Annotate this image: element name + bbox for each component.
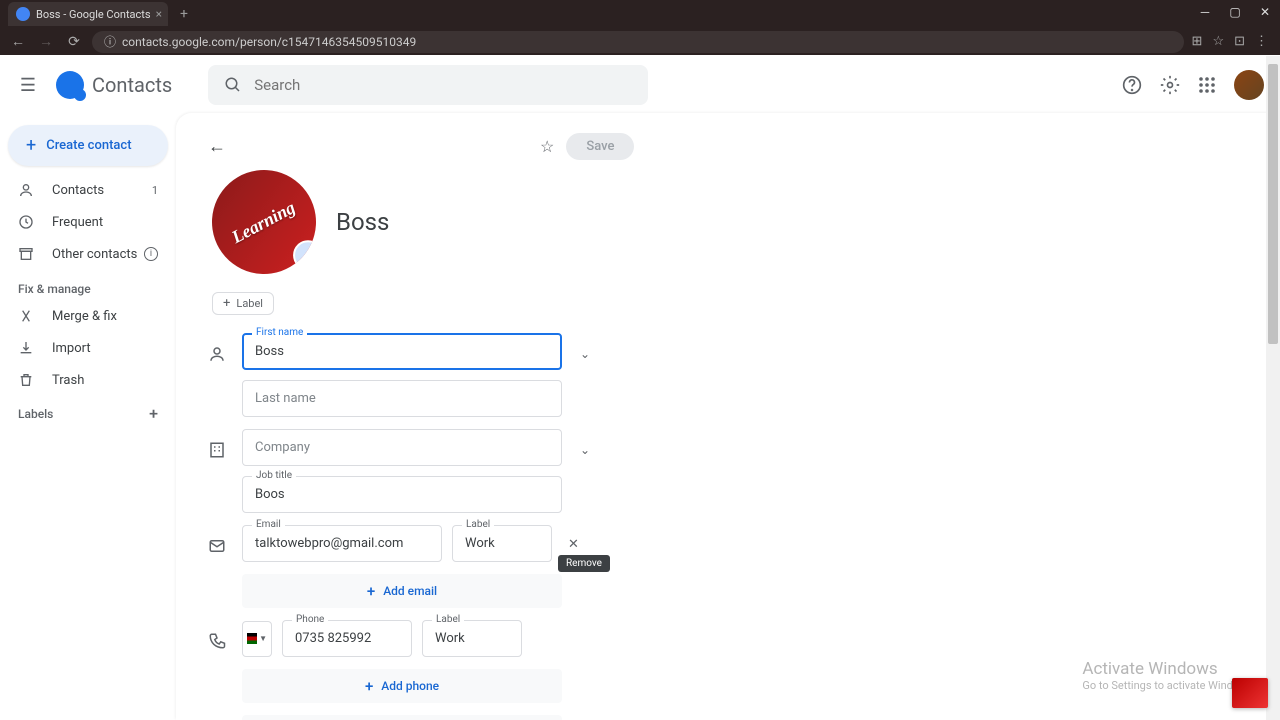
close-window-button[interactable]: ✕ [1250, 0, 1280, 24]
create-contact-button[interactable]: + Create contact [8, 125, 168, 166]
person-icon [18, 182, 36, 198]
add-phone-button[interactable]: + Add phone [242, 669, 562, 703]
labels-header: Labels + [0, 396, 176, 431]
tab-strip: Boss - Google Contacts × + ─ ▢ ✕ [0, 0, 1280, 28]
bookmark-icon[interactable]: ☆ [1212, 34, 1224, 49]
tab-title: Boss - Google Contacts [36, 8, 151, 21]
search-icon [224, 76, 242, 94]
phone-icon [208, 632, 228, 650]
app-logo[interactable]: Contacts [56, 71, 172, 99]
job-title-label: Job title [252, 470, 296, 481]
plus-icon: + [223, 296, 230, 311]
url-text: contacts.google.com/person/c154714635450… [122, 35, 416, 49]
thumbnail-overlay [1232, 678, 1268, 708]
phone-type-input[interactable] [422, 620, 522, 657]
remove-tooltip: Remove [558, 555, 610, 572]
company-input[interactable] [242, 429, 562, 466]
address-bar: ← → ⟳ ⓘ contacts.google.com/person/c1547… [0, 28, 1280, 55]
sidebar-item-other[interactable]: Other contacts i [0, 238, 176, 270]
email-icon [208, 537, 228, 555]
search-bar[interactable] [208, 65, 648, 105]
phone-input[interactable] [282, 620, 412, 657]
add-address-button[interactable]: Add address [242, 715, 562, 720]
person-icon [208, 345, 228, 363]
sidebar: + Create contact Contacts 1 Frequent Oth… [0, 109, 176, 720]
chrome-menu-icon[interactable]: ⋮ [1255, 34, 1268, 49]
plus-icon: + [365, 677, 373, 695]
windows-watermark: Activate Windows Go to Settings to activ… [1082, 659, 1256, 692]
back-button[interactable]: ← [208, 136, 226, 157]
save-button[interactable]: Save [566, 133, 634, 160]
apps-grid-icon[interactable] [1198, 76, 1216, 94]
forward-browser-button: → [36, 32, 56, 52]
install-icon[interactable]: ⊞ [1192, 34, 1203, 49]
back-browser-button[interactable]: ← [8, 32, 28, 52]
expand-company-button[interactable]: ⌄ [580, 443, 590, 457]
url-input[interactable]: ⓘ contacts.google.com/person/c1547146354… [92, 31, 1184, 53]
close-tab-icon[interactable]: × [156, 7, 162, 21]
contacts-logo-icon [56, 71, 84, 99]
main-content: ← ☆ Save Boss + Label [176, 113, 1280, 720]
account-avatar[interactable] [1234, 70, 1264, 100]
help-icon[interactable] [1122, 75, 1142, 95]
sidebar-item-frequent[interactable]: Frequent [0, 206, 176, 238]
email-input[interactable] [242, 525, 442, 562]
search-input[interactable] [254, 76, 632, 94]
plus-icon: + [26, 135, 36, 156]
info-icon[interactable]: i [144, 247, 158, 261]
first-name-label: First name [252, 327, 307, 338]
job-title-input[interactable] [242, 476, 562, 513]
browser-chrome: Boss - Google Contacts × + ─ ▢ ✕ ← → ⟳ ⓘ… [0, 0, 1280, 55]
email-type-label: Label [462, 519, 494, 530]
trash-icon [18, 372, 36, 388]
merge-icon [18, 308, 36, 324]
contacts-count: 1 [152, 184, 158, 197]
first-name-input[interactable] [242, 333, 562, 370]
country-flag-select[interactable]: ▼ [242, 621, 272, 657]
last-name-input[interactable] [242, 380, 562, 417]
settings-icon[interactable] [1160, 75, 1180, 95]
app-name: Contacts [92, 73, 172, 97]
new-tab-button[interactable]: + [180, 6, 188, 22]
kenya-flag-icon [247, 633, 257, 644]
maximize-button[interactable]: ▢ [1220, 0, 1250, 24]
expand-name-button[interactable]: ⌄ [580, 347, 590, 361]
create-label: Create contact [46, 138, 131, 153]
sidebar-item-import[interactable]: Import [0, 332, 176, 364]
remove-email-button[interactable]: ✕ Remove [568, 537, 579, 552]
lock-icon: ⓘ [104, 33, 116, 50]
star-button[interactable]: ☆ [540, 137, 554, 156]
phone-label: Phone [292, 614, 328, 625]
clock-icon [18, 214, 36, 230]
phone-type-label: Label [432, 614, 464, 625]
add-label-chip[interactable]: + Label [212, 292, 274, 315]
sidebar-item-merge[interactable]: Merge & fix [0, 300, 176, 332]
email-label: Email [252, 519, 285, 530]
plus-icon: + [367, 582, 375, 600]
app-header: ☰ Contacts [0, 61, 1280, 109]
main-menu-button[interactable]: ☰ [16, 73, 40, 97]
add-email-button[interactable]: + Add email [242, 574, 562, 608]
contact-avatar[interactable] [205, 163, 322, 280]
extensions-icon[interactable]: ⊡ [1234, 34, 1245, 49]
add-label-button[interactable]: + [149, 404, 158, 423]
reload-button[interactable]: ⟳ [64, 32, 84, 52]
download-icon [18, 340, 36, 356]
sidebar-item-contacts[interactable]: Contacts 1 [0, 174, 176, 206]
archive-icon [18, 246, 36, 262]
browser-tab[interactable]: Boss - Google Contacts × [8, 2, 168, 26]
scrollbar-thumb[interactable] [1268, 64, 1278, 344]
building-icon [208, 441, 228, 459]
minimize-button[interactable]: ─ [1190, 0, 1220, 24]
edit-avatar-button[interactable] [293, 240, 323, 270]
favicon-icon [16, 7, 30, 21]
fix-manage-label: Fix & manage [0, 270, 176, 300]
contact-display-name: Boss [336, 208, 389, 236]
scrollbar[interactable] [1266, 56, 1280, 720]
email-type-input[interactable] [452, 525, 552, 562]
sidebar-item-trash[interactable]: Trash [0, 364, 176, 396]
